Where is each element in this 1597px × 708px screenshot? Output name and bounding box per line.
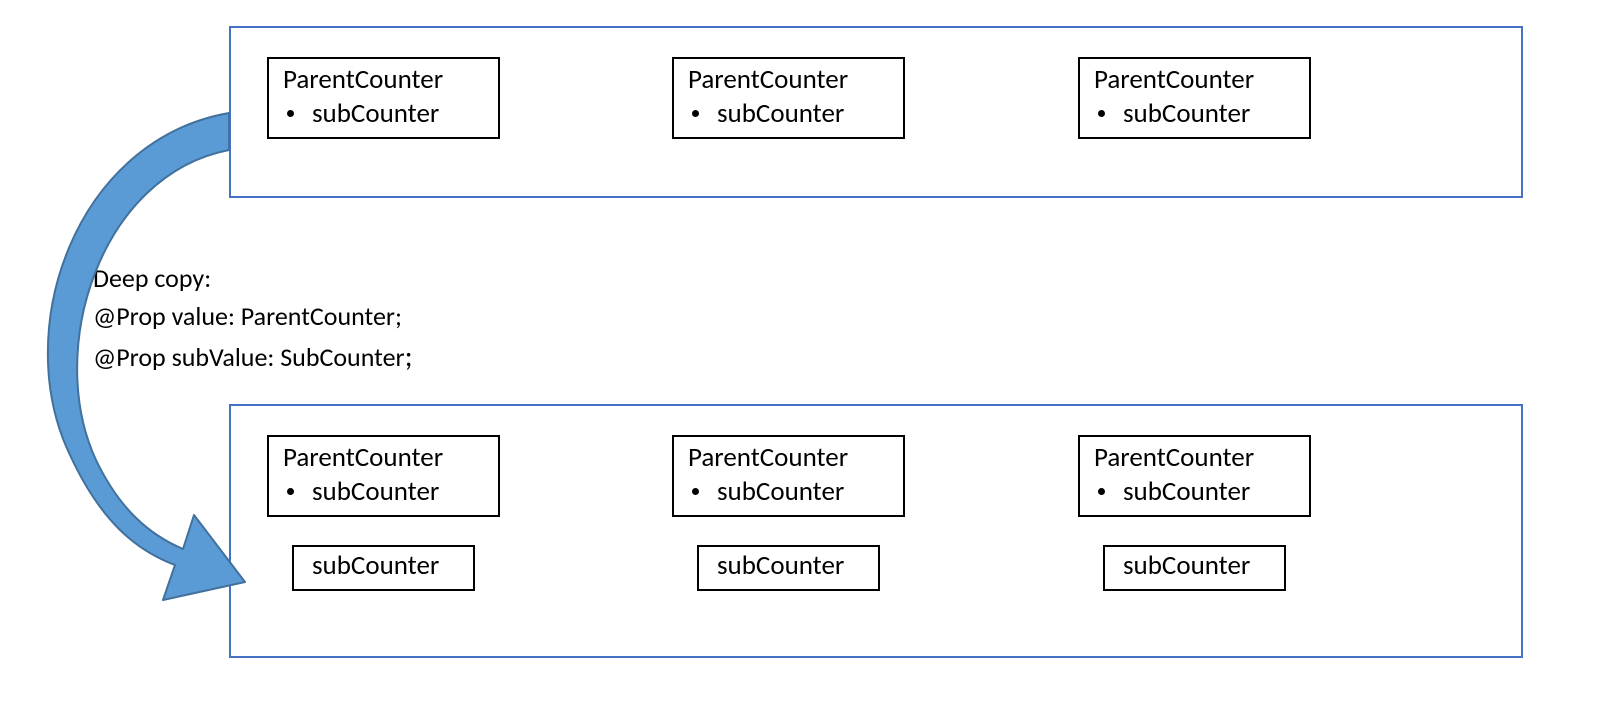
parent-counter-box: ParentCounter subCounter bbox=[1078, 57, 1311, 139]
parent-counter-bullet-line: subCounter bbox=[283, 97, 484, 131]
parent-counter-box: ParentCounter subCounter bbox=[672, 57, 905, 139]
parent-counter-bullet-line: subCounter bbox=[688, 475, 889, 509]
sub-counter-box: subCounter bbox=[1103, 545, 1286, 591]
bullet-icon bbox=[1098, 488, 1105, 495]
sub-counter-label: subCounter bbox=[1123, 97, 1250, 131]
bullet-icon bbox=[1098, 110, 1105, 117]
sub-counter-box: subCounter bbox=[697, 545, 880, 591]
parent-counter-title: ParentCounter bbox=[283, 63, 484, 97]
deep-copy-line-3: @Prop subValue: SubCounter; bbox=[93, 335, 413, 379]
deep-copy-label: Deep copy: @Prop value: ParentCounter; @… bbox=[93, 260, 413, 379]
parent-counter-box: ParentCounter subCounter bbox=[672, 435, 905, 517]
parent-counter-title: ParentCounter bbox=[1094, 63, 1295, 97]
bullet-icon bbox=[692, 110, 699, 117]
parent-counter-bullet-line: subCounter bbox=[688, 97, 889, 131]
bullet-icon bbox=[287, 488, 294, 495]
parent-counter-title: ParentCounter bbox=[1094, 441, 1295, 475]
sub-counter-label: subCounter bbox=[1123, 549, 1250, 582]
parent-counter-title: ParentCounter bbox=[688, 441, 889, 475]
sub-counter-label: subCounter bbox=[717, 97, 844, 131]
parent-counter-title: ParentCounter bbox=[688, 63, 889, 97]
diagram-stage: ParentCounter subCounter ParentCounter s… bbox=[0, 0, 1597, 708]
parent-counter-box: ParentCounter subCounter bbox=[267, 57, 500, 139]
parent-counter-bullet-line: subCounter bbox=[1094, 475, 1295, 509]
parent-counter-bullet-line: subCounter bbox=[283, 475, 484, 509]
sub-counter-box: subCounter bbox=[292, 545, 475, 591]
sub-counter-label: subCounter bbox=[312, 475, 439, 509]
deep-copy-line-1: Deep copy: bbox=[93, 260, 413, 298]
deep-copy-line-2: @Prop value: ParentCounter; bbox=[93, 298, 413, 336]
sub-counter-label: subCounter bbox=[1123, 475, 1250, 509]
bullet-icon bbox=[287, 110, 294, 117]
sub-counter-label: subCounter bbox=[717, 549, 844, 582]
parent-counter-title: ParentCounter bbox=[283, 441, 484, 475]
parent-counter-box: ParentCounter subCounter bbox=[267, 435, 500, 517]
sub-counter-label: subCounter bbox=[717, 475, 844, 509]
parent-counter-box: ParentCounter subCounter bbox=[1078, 435, 1311, 517]
parent-counter-bullet-line: subCounter bbox=[1094, 97, 1295, 131]
sub-counter-label: subCounter bbox=[312, 97, 439, 131]
bullet-icon bbox=[692, 488, 699, 495]
sub-counter-label: subCounter bbox=[312, 549, 439, 582]
